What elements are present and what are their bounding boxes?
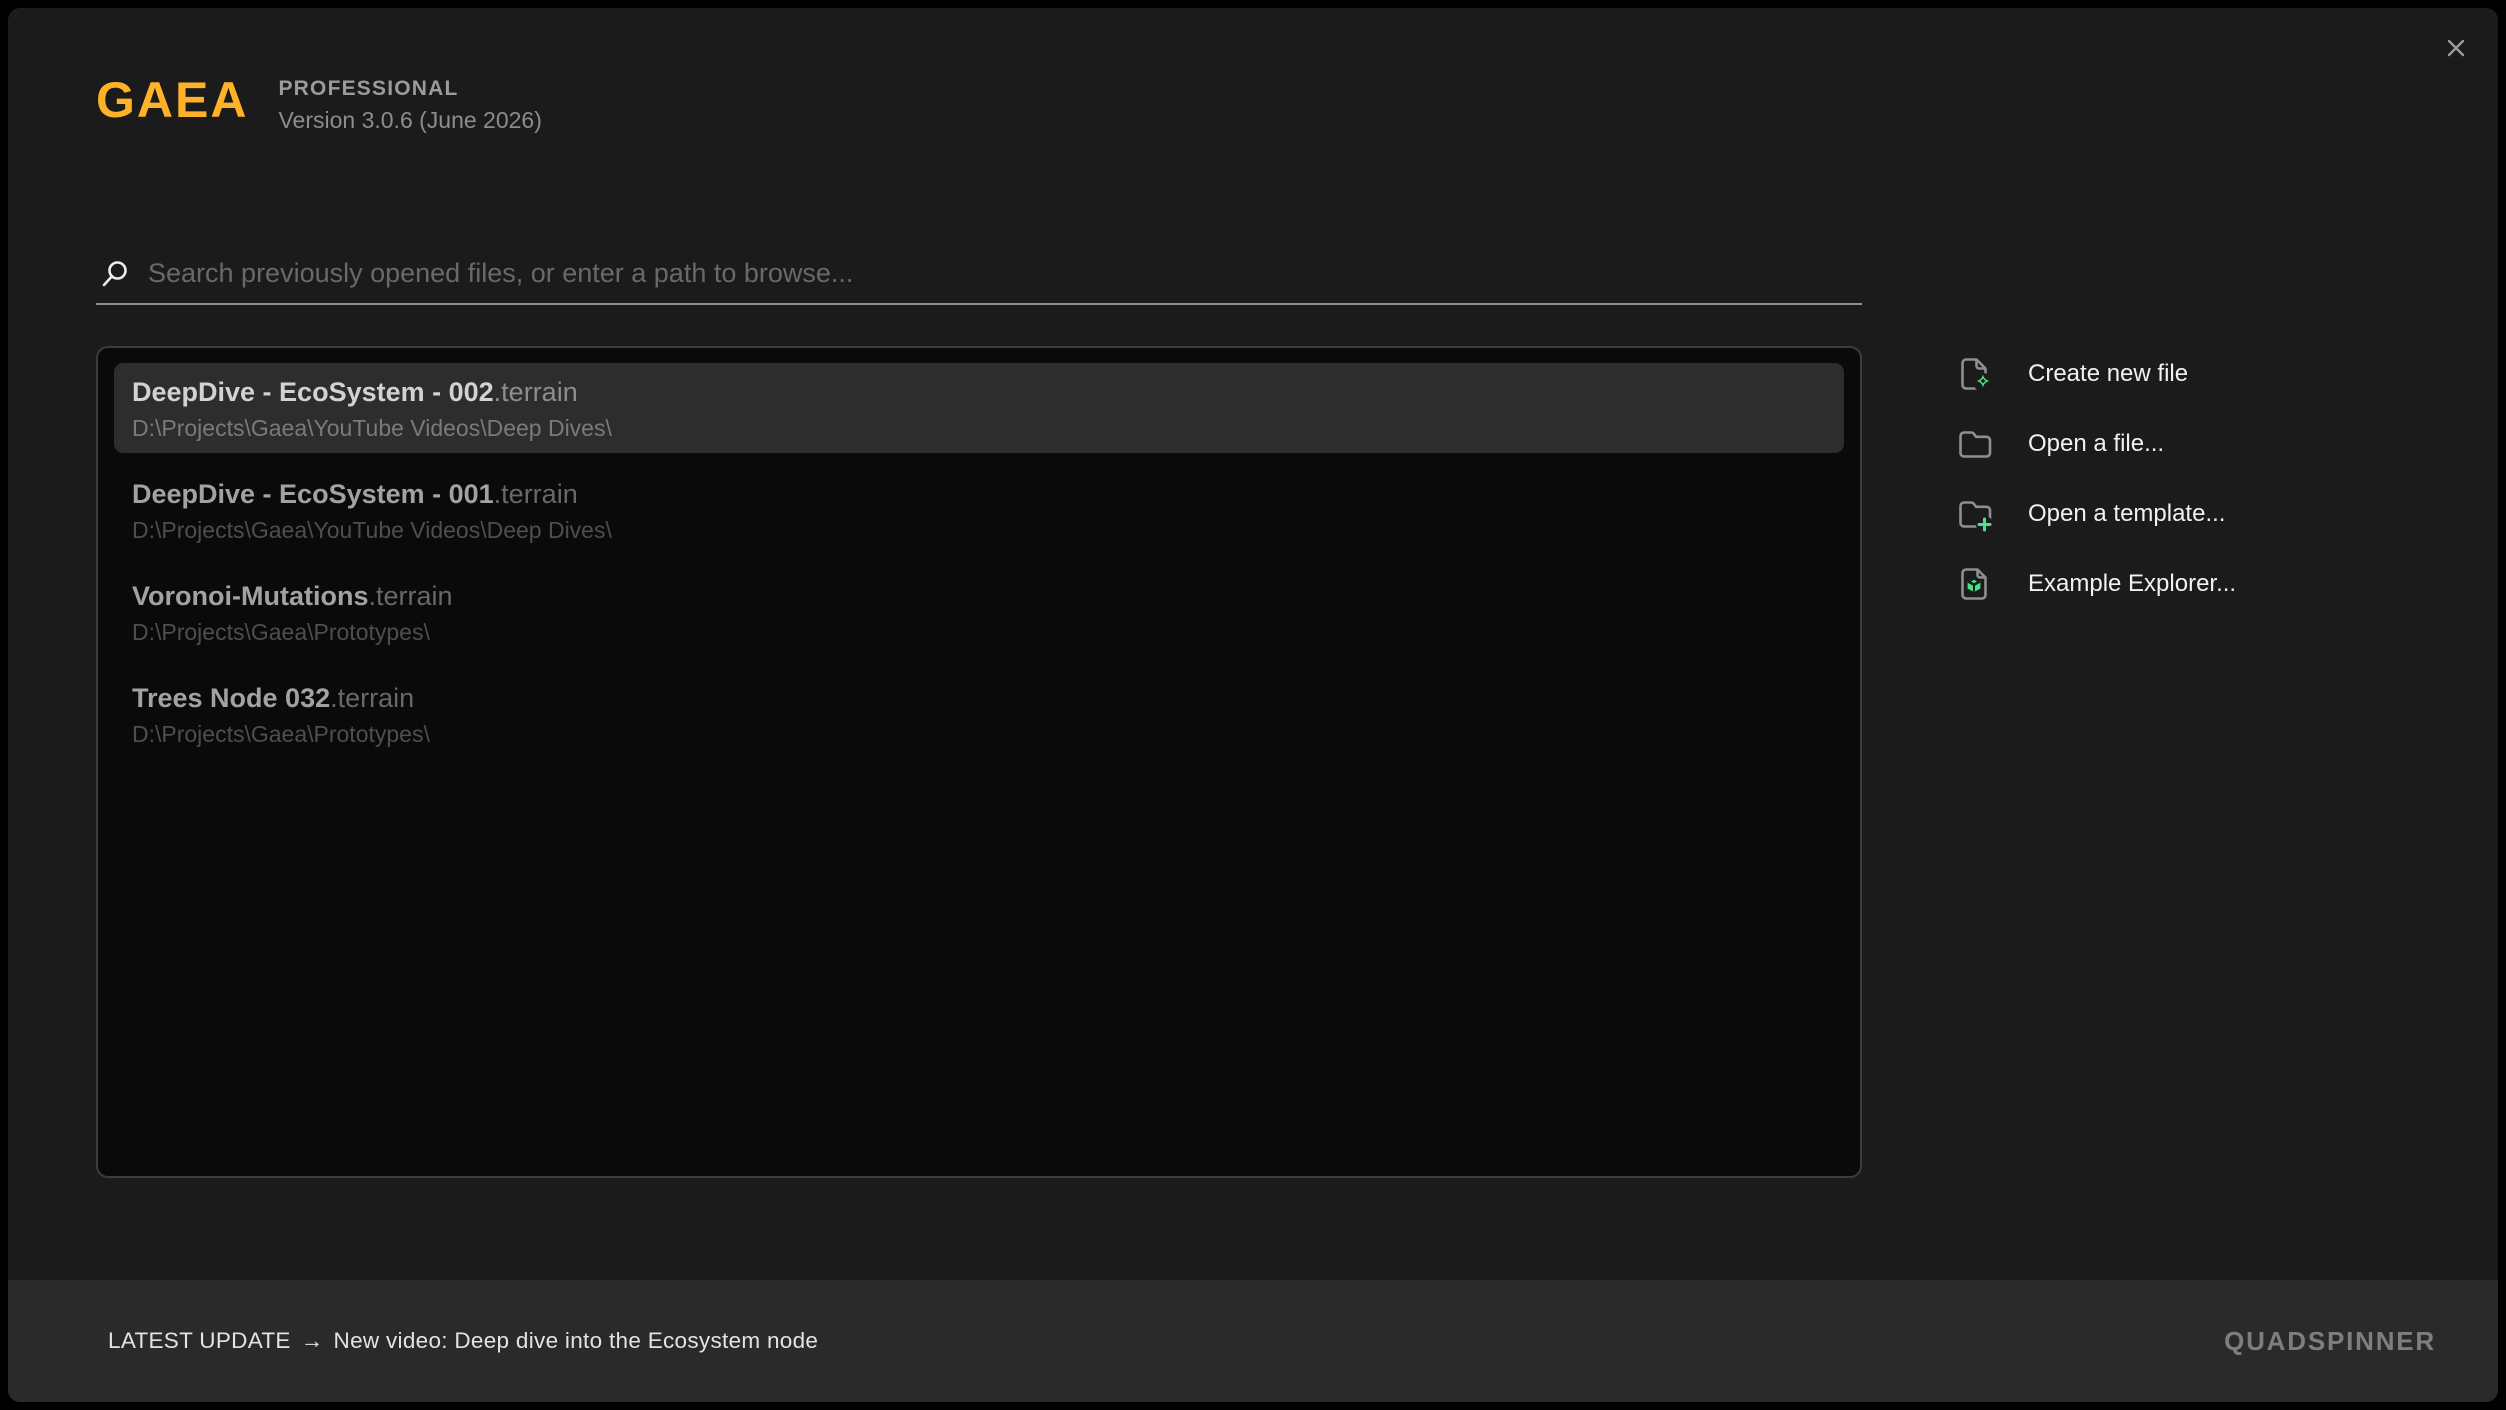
latest-update-link[interactable]: LATEST UPDATE → New video: Deep dive into … (108, 1328, 818, 1354)
search-icon (100, 259, 130, 289)
file-extension: .terrain (368, 581, 452, 611)
footer-bar: LATEST UPDATE → New video: Deep dive into … (8, 1280, 2498, 1402)
edition-label: PROFESSIONAL (278, 77, 541, 101)
gaea-logo: GAEA (96, 74, 248, 126)
file-path: D:\Projects\Gaea\YouTube Videos\Deep Div… (132, 516, 1826, 544)
app-meta: PROFESSIONAL Version 3.0.6 (June 2026) (278, 74, 541, 134)
quadspinner-logo: QUADSPINNER (2224, 1326, 2436, 1357)
recent-file-item[interactable]: Voronoi-Mutations.terrain D:\Projects\Ga… (114, 567, 1844, 657)
action-label: Open a template... (2028, 500, 2225, 528)
example-explorer-button[interactable]: Example Explorer... (1956, 560, 2236, 608)
recent-files-list: DeepDive - EcoSystem - 002.terrain D:\Pr… (96, 346, 1862, 1178)
action-label: Example Explorer... (2028, 570, 2236, 598)
latest-update-text: New video: Deep dive into the Ecosystem … (334, 1328, 819, 1353)
version-label: Version 3.0.6 (June 2026) (278, 107, 541, 134)
latest-update-label: LATEST UPDATE (108, 1328, 291, 1353)
folder-plus-icon (1956, 495, 1994, 533)
file-extension: .terrain (330, 683, 414, 713)
search-bar (96, 250, 1862, 305)
search-input[interactable] (148, 258, 1860, 289)
file-name: DeepDive - EcoSystem - 002.terrain (132, 376, 1826, 409)
file-path: D:\Projects\Gaea\Prototypes\ (132, 720, 1826, 748)
file-name: Trees Node 032.terrain (132, 682, 1826, 715)
welcome-window: GAEA PROFESSIONAL Version 3.0.6 (June 20… (8, 8, 2498, 1402)
file-extension: .terrain (494, 479, 578, 509)
recent-file-item[interactable]: DeepDive - EcoSystem - 002.terrain D:\Pr… (114, 363, 1844, 453)
create-new-file-button[interactable]: Create new file (1956, 350, 2236, 398)
quick-actions: Create new file Open a file... Open a te… (1956, 350, 2236, 608)
file-path: D:\Projects\Gaea\Prototypes\ (132, 618, 1826, 646)
open-file-button[interactable]: Open a file... (1956, 420, 2236, 468)
folder-icon (1956, 425, 1994, 463)
arrow-right-icon: → (301, 1328, 324, 1353)
close-button[interactable] (2430, 22, 2482, 74)
action-label: Create new file (2028, 360, 2188, 388)
file-name: Voronoi-Mutations.terrain (132, 580, 1826, 613)
action-label: Open a file... (2028, 430, 2164, 458)
recent-file-item[interactable]: Trees Node 032.terrain D:\Projects\Gaea\… (114, 669, 1844, 759)
open-template-button[interactable]: Open a template... (1956, 490, 2236, 538)
file-extension: .terrain (494, 377, 578, 407)
document-cube-icon (1956, 565, 1994, 603)
recent-file-item[interactable]: DeepDive - EcoSystem - 001.terrain D:\Pr… (114, 465, 1844, 555)
file-path: D:\Projects\Gaea\YouTube Videos\Deep Div… (132, 414, 1826, 442)
file-name: DeepDive - EcoSystem - 001.terrain (132, 478, 1826, 511)
close-icon (2442, 34, 2470, 62)
app-header: GAEA PROFESSIONAL Version 3.0.6 (June 20… (96, 74, 542, 134)
new-file-sparkle-icon (1956, 355, 1994, 393)
